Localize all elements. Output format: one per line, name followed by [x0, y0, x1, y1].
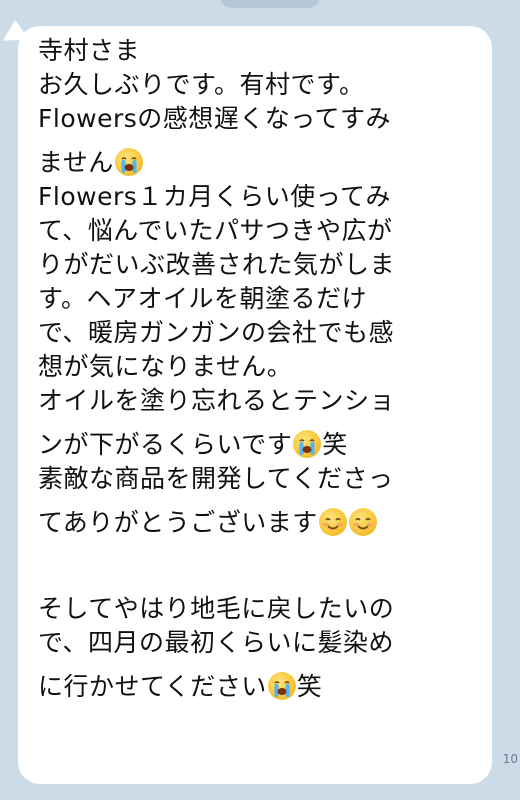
- loudly-crying-face-icon: [293, 430, 322, 458]
- message-text: ません: [38, 148, 114, 177]
- message-line: 素敵な商品を開発してくださっ: [38, 464, 394, 493]
- chat-screen: 寺村さま お久しぶりです。有村です。 Flowersの感想遅くなってすみ ません…: [0, 0, 520, 800]
- message-line: りがだいぶ改善された気がしま: [38, 250, 396, 279]
- message-line: 寺村さま: [38, 36, 141, 65]
- message-bubble[interactable]: 寺村さま お久しぶりです。有村です。 Flowersの感想遅くなってすみ ません…: [18, 26, 492, 784]
- smiling-face-icon: [348, 508, 377, 536]
- message-line: Flowersの感想遅くなってすみ: [38, 104, 392, 133]
- message-line: す。ヘアオイルを朝塗るだけ: [38, 284, 368, 313]
- loudly-crying-face-icon: [114, 148, 143, 176]
- message-line: ンが下がるくらいです笑: [38, 428, 474, 462]
- message-text: 笑: [322, 430, 348, 459]
- message-line: に行かせてください笑: [38, 670, 474, 704]
- message-text: てありがとうございます: [38, 508, 318, 537]
- message-text: に行かせてください: [38, 672, 267, 701]
- message-line: てありがとうございます: [38, 506, 474, 540]
- message-line: て、悩んでいたパサつきや広が: [38, 216, 393, 245]
- message-line: で、四月の最初くらいに髪染め: [38, 628, 395, 657]
- message-line: で、暖房ガンガンの会社でも感: [38, 318, 395, 347]
- message-line: そしてやはり地毛に戻したいの: [38, 594, 395, 623]
- message-line: オイルを塗り忘れるとテンショ: [38, 386, 396, 415]
- smiling-face-icon: [318, 508, 347, 536]
- message-text: ンが下がるくらいです: [38, 430, 293, 459]
- message-line: お久しぶりです。有村です。: [38, 70, 365, 99]
- message-line: 想が気になりません。: [38, 352, 293, 381]
- date-pill: [220, 0, 320, 8]
- message-timestamp: 10: [502, 752, 518, 766]
- message-line: Flowers１カ月くらい使ってみ: [38, 182, 392, 211]
- message-line: ません: [38, 146, 474, 180]
- message-text: 笑: [296, 672, 323, 701]
- loudly-crying-face-icon: [267, 672, 296, 700]
